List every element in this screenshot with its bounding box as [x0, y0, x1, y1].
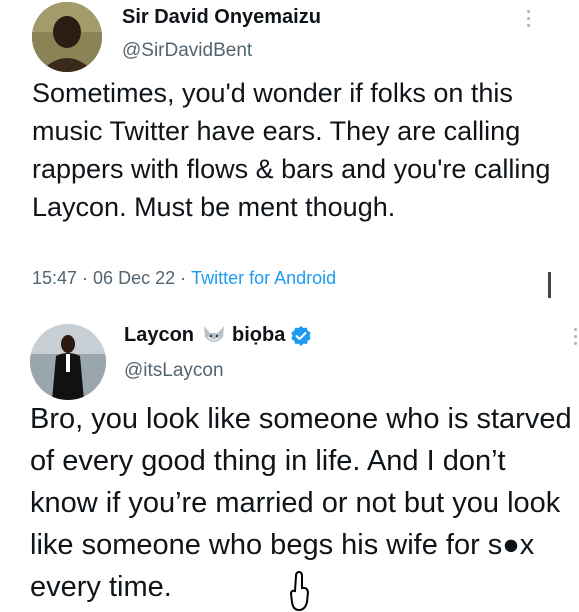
more-options-icon[interactable] — [572, 328, 578, 350]
author-name-suffix[interactable]: biọba — [232, 324, 285, 347]
author-name[interactable]: Laycon — [124, 324, 194, 347]
fox-icon — [202, 325, 226, 347]
author-handle[interactable]: @SirDavidBent — [122, 40, 252, 62]
tweet-date[interactable]: 06 Dec 22 — [93, 268, 175, 288]
meta-separator: · — [82, 268, 89, 288]
avatar-photo — [32, 2, 102, 72]
author-name-row: Laycon biọba — [124, 324, 312, 347]
author-handle[interactable]: @itsLaycon — [124, 360, 224, 382]
hand-cursor-icon — [288, 570, 310, 612]
tweet-sir-david[interactable]: Sir David Onyemaizu @SirDavidBent Someti… — [0, 0, 579, 306]
meta-separator: · — [180, 268, 187, 288]
avatar[interactable] — [32, 2, 102, 72]
avatar[interactable] — [30, 324, 106, 400]
author-name[interactable]: Sir David Onyemaizu — [122, 6, 321, 29]
verified-badge-icon — [290, 325, 312, 347]
avatar-photo — [30, 324, 106, 400]
tweet-text: Sometimes, you'd wonder if folks on this… — [32, 78, 551, 222]
tweet-meta: 15:47 · 06 Dec 22 · Twitter for Android — [32, 268, 336, 289]
tweet-laycon[interactable]: Laycon biọba @itsLaycon Bro, you look li… — [0, 306, 579, 612]
text-cursor-icon — [548, 272, 551, 298]
more-options-icon[interactable] — [525, 10, 531, 32]
tweet-time[interactable]: 15:47 — [32, 268, 77, 288]
tweet-source-link[interactable]: Twitter for Android — [191, 268, 336, 288]
